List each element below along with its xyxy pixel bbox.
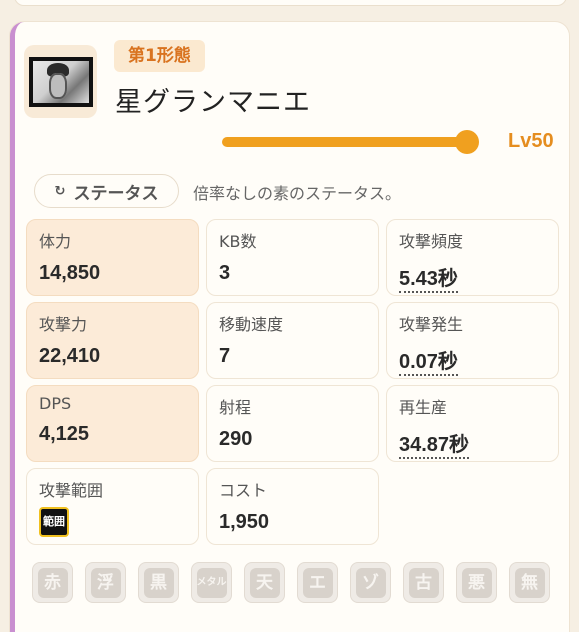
stat-value: 3 (219, 262, 231, 284)
stat-respawn: 再生産 34.87秒 (386, 385, 559, 462)
stat-label: コスト (219, 481, 268, 500)
stat-label: 攻撃力 (39, 315, 88, 334)
stat-value: 7 (219, 345, 231, 367)
stat-label: 移動速度 (219, 315, 284, 334)
stat-value[interactable]: 5.43秒 (399, 262, 458, 293)
unit-portrait-image (32, 60, 89, 103)
trait-black-icon: 黒 (138, 562, 179, 603)
stat-cost: コスト 1,950 (206, 468, 379, 545)
stat-value[interactable]: 0.07秒 (399, 345, 458, 376)
trait-zombie-icon: ゾ (350, 562, 391, 603)
level-slider-thumb[interactable] (455, 130, 479, 154)
stat-kb: KB数 3 (206, 219, 379, 296)
stat-label: 攻撃頻度 (399, 232, 464, 251)
stat-label: 射程 (219, 398, 252, 417)
status-toggle-button[interactable]: ↻ ステータス (34, 174, 179, 208)
status-button-label: ステータス (73, 183, 159, 204)
stat-label: 攻撃範囲 (39, 481, 104, 500)
unit-name: 星グランマニエ (115, 87, 311, 118)
trait-floating-icon: 浮 (85, 562, 126, 603)
stat-label: 再生産 (399, 398, 448, 417)
stat-label: DPS (39, 394, 72, 413)
stat-attack-area: 攻撃範囲 範囲 (26, 468, 199, 545)
trait-alien-icon: エ (297, 562, 338, 603)
stat-label: 体力 (39, 232, 72, 251)
status-description: 倍率なしの素のステータス。 (193, 184, 402, 203)
refresh-icon: ↻ (54, 183, 66, 199)
previous-card (14, 0, 567, 6)
stat-hp: 体力 14,850 (26, 219, 199, 296)
stat-move-speed: 移動速度 7 (206, 302, 379, 379)
stat-value: 1,950 (219, 511, 270, 533)
stat-value: 22,410 (39, 345, 101, 367)
level-slider-track[interactable] (222, 137, 478, 147)
stat-label: KB数 (219, 232, 257, 251)
stat-value: 4,125 (39, 423, 90, 445)
trait-aku-icon: 悪 (456, 562, 497, 603)
stat-label: 攻撃発生 (399, 315, 464, 334)
stat-range: 射程 290 (206, 385, 379, 462)
stat-attack-frequency: 攻撃頻度 5.43秒 (386, 219, 559, 296)
avatar-frame (28, 56, 93, 107)
trait-icon-row: 赤 浮 黒 メタル 天 エ ゾ 古 悪 無 (32, 562, 550, 603)
stat-value: 290 (219, 428, 253, 450)
trait-metal-icon: メタル (191, 562, 232, 603)
stat-attack-startup: 攻撃発生 0.07秒 (386, 302, 559, 379)
stat-attack-power: 攻撃力 22,410 (26, 302, 199, 379)
area-attack-icon: 範囲 (39, 507, 69, 537)
form-badge: 第1形態 (114, 40, 205, 72)
trait-relic-icon: 古 (403, 562, 444, 603)
stat-value: 14,850 (39, 262, 101, 284)
level-label: Lv50 (508, 130, 554, 152)
stat-dps: DPS 4,125 (26, 385, 199, 462)
trait-red-icon: 赤 (32, 562, 73, 603)
stat-value[interactable]: 34.87秒 (399, 428, 470, 459)
trait-angel-icon: 天 (244, 562, 285, 603)
unit-avatar (24, 45, 97, 118)
trait-traitless-icon: 無 (509, 562, 550, 603)
